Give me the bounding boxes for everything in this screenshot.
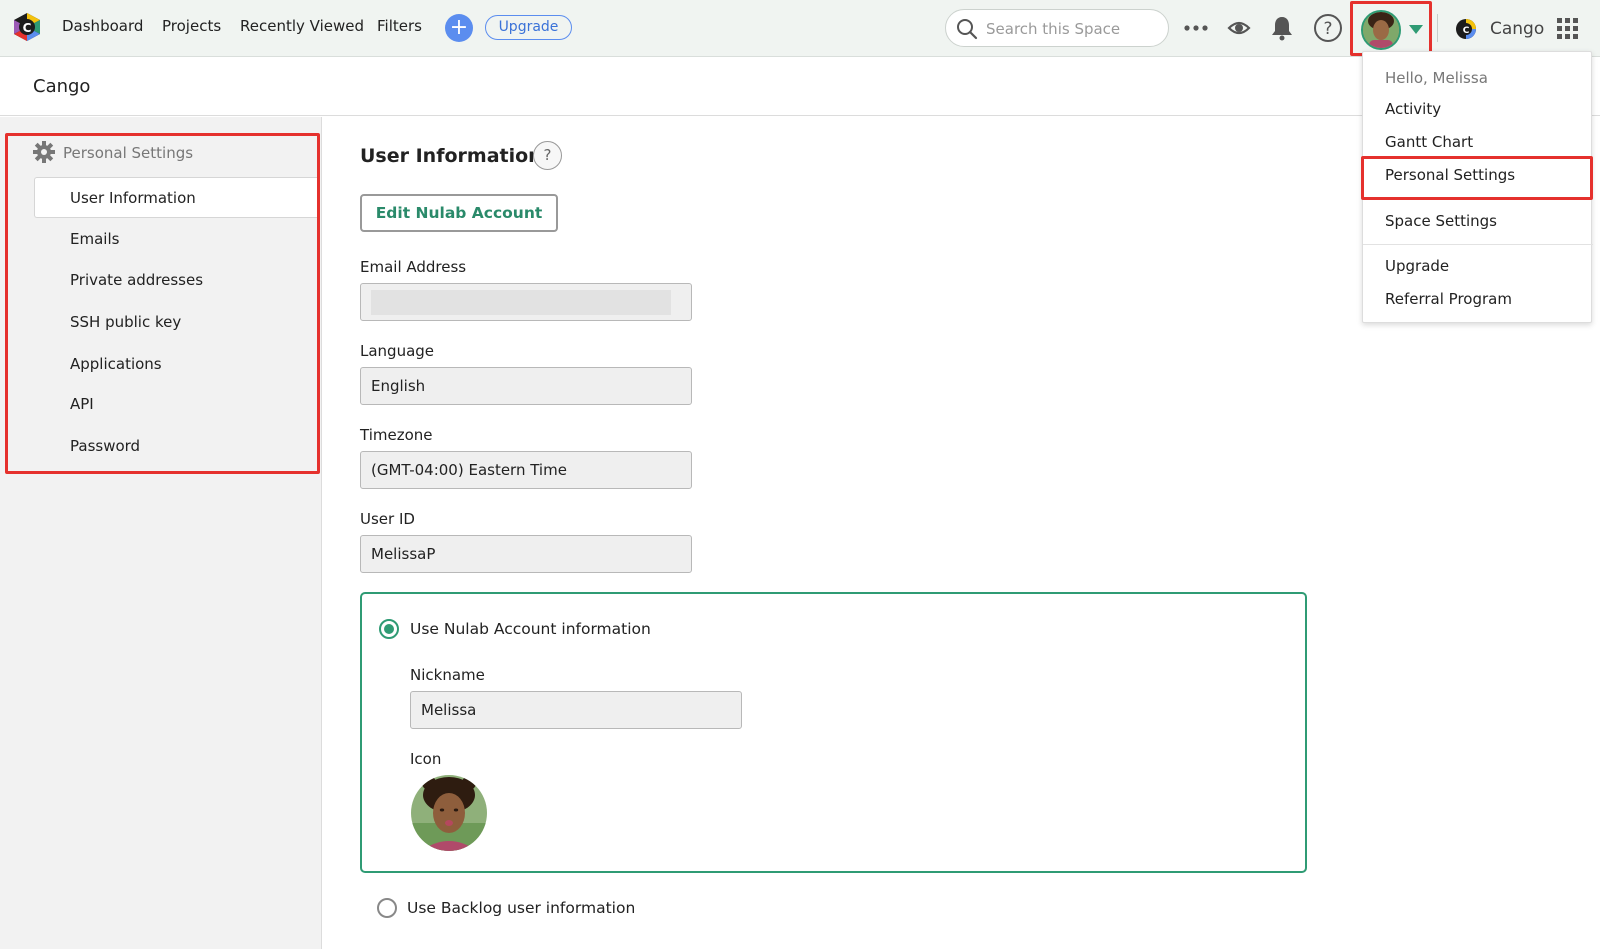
timezone-field[interactable]: (GMT-04:00) Eastern Time (360, 451, 692, 489)
profile-icon-image (411, 775, 487, 851)
apps-grid-icon[interactable] (1557, 18, 1578, 39)
timezone-label: Timezone (360, 426, 433, 444)
topbar-divider (1437, 14, 1438, 42)
redacted-email-value (371, 290, 671, 315)
use-backlog-label[interactable]: Use Backlog user information (407, 899, 635, 917)
dropdown-item-upgrade[interactable]: Upgrade (1385, 257, 1449, 275)
notifications-bell-icon[interactable] (1271, 15, 1293, 41)
language-label: Language (360, 342, 435, 360)
search-input[interactable]: Search this Space (945, 9, 1169, 47)
upgrade-button[interactable]: Upgrade (485, 15, 572, 40)
dropdown-item-gantt-chart[interactable]: Gantt Chart (1385, 133, 1473, 151)
search-icon (957, 19, 978, 40)
space-logo-icon[interactable]: C (1455, 18, 1477, 40)
use-backlog-radio[interactable] (377, 898, 397, 918)
nav-dashboard[interactable]: Dashboard (62, 17, 143, 35)
personal-settings-highlight-annotation (1361, 156, 1593, 200)
user-id-label: User ID (360, 510, 415, 528)
nickname-field[interactable]: Melissa (410, 691, 742, 729)
page-title: User Information (360, 145, 542, 167)
dropdown-greeting: Hello, Melissa (1385, 69, 1488, 87)
project-header: Cango (0, 58, 1600, 116)
help-icon[interactable]: ? (1313, 13, 1343, 43)
dropdown-item-space-settings[interactable]: Space Settings (1385, 212, 1497, 230)
svg-text:?: ? (1323, 19, 1332, 39)
use-nulab-radio[interactable] (379, 619, 399, 639)
use-nulab-label[interactable]: Use Nulab Account information (410, 620, 651, 638)
nickname-label: Nickname (410, 666, 485, 684)
edit-nulab-account-button[interactable]: Edit Nulab Account (360, 194, 558, 232)
dropdown-item-activity[interactable]: Activity (1385, 100, 1441, 118)
user-dropdown-menu: Hello, Melissa Activity Gantt Chart Pers… (1361, 51, 1593, 323)
icon-label: Icon (410, 750, 442, 768)
svg-text:C: C (1463, 26, 1470, 36)
svg-text:C: C (23, 21, 32, 35)
more-options-icon[interactable] (1183, 24, 1209, 32)
search-placeholder: Search this Space (986, 20, 1121, 38)
dropdown-divider (1363, 244, 1593, 245)
email-field[interactable] (360, 283, 692, 321)
user-avatar (1361, 10, 1401, 50)
top-navigation-bar: C Dashboard Projects Recently Viewed Fil… (0, 0, 1600, 57)
user-menu-trigger[interactable] (1350, 1, 1432, 56)
chevron-down-icon (1409, 25, 1423, 34)
user-id-field[interactable]: MelissaP (360, 535, 692, 573)
nav-projects[interactable]: Projects (162, 17, 221, 35)
project-title: Cango (33, 76, 91, 97)
help-icon[interactable]: ? (533, 141, 562, 170)
email-label: Email Address (360, 258, 467, 276)
nav-recently-viewed[interactable]: Recently Viewed (240, 17, 364, 35)
sidebar-highlight-annotation (5, 133, 320, 474)
watch-eye-icon[interactable] (1227, 17, 1251, 39)
add-plus-button[interactable]: + (445, 14, 473, 42)
settings-sidebar: Personal Settings User Information Email… (0, 117, 322, 949)
space-name-label[interactable]: Cango (1490, 19, 1544, 39)
backlog-logo-icon[interactable]: C (13, 12, 41, 42)
nav-filters[interactable]: Filters (377, 17, 422, 35)
dropdown-item-referral-program[interactable]: Referral Program (1385, 290, 1512, 308)
language-field[interactable]: English (360, 367, 692, 405)
